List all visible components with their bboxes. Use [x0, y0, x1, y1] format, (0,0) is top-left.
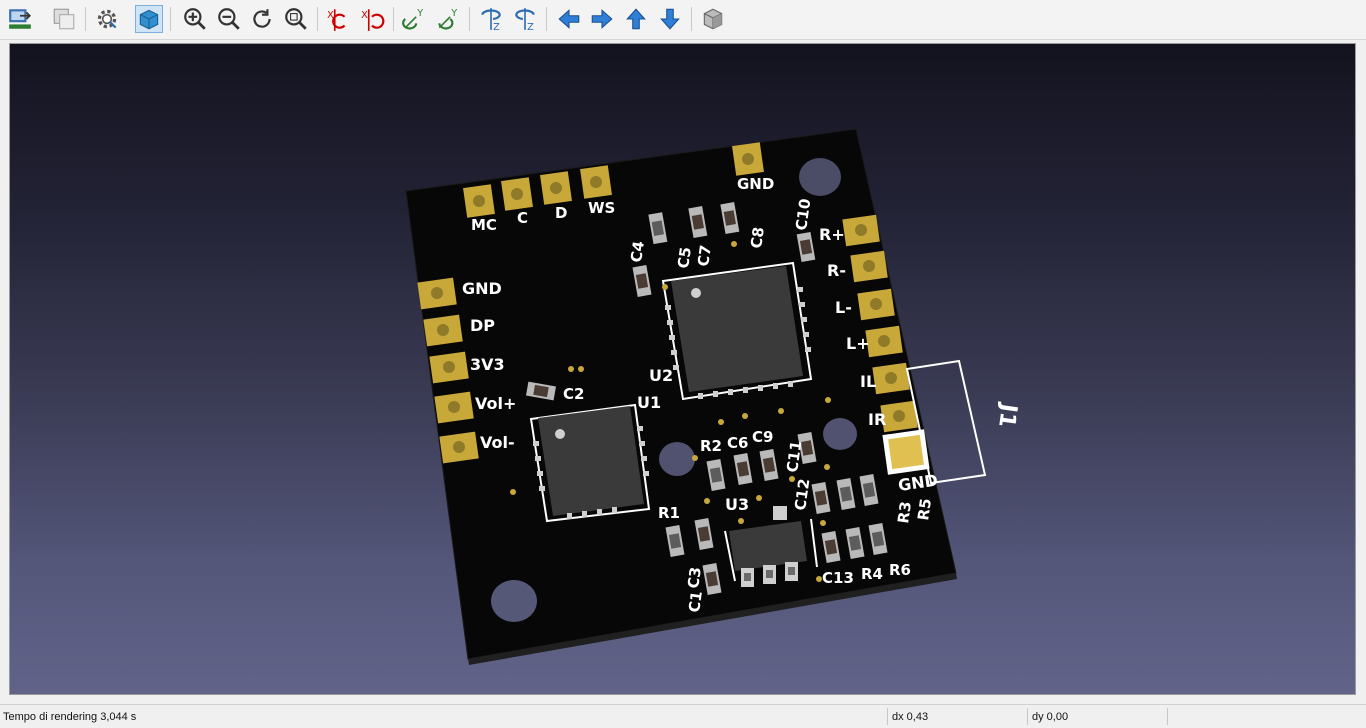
pin-label-il: IL [860, 372, 876, 391]
status-bar: Tempo di rendering 3,044 s dx 0,43 dy 0,… [0, 704, 1366, 728]
redraw-icon[interactable] [248, 5, 276, 33]
pin-label-gnd-left: GND [462, 279, 502, 298]
svg-text:Y: Y [450, 8, 457, 19]
pin-label-lminus: L- [835, 298, 852, 317]
ref-c3: C3 [684, 566, 705, 590]
ic-label-u1: U1 [637, 393, 661, 412]
zoom-out-icon[interactable] [215, 5, 243, 33]
ref-r1: R1 [658, 504, 680, 522]
dy-readout: dy 0,00 [1032, 711, 1069, 723]
pin-label-gnd-top: GND [737, 175, 774, 193]
rotate-y-ccw-icon[interactable]: Y [434, 5, 462, 33]
pin-label-d: D [555, 204, 567, 222]
zoom-in-icon[interactable] [181, 5, 209, 33]
ref-c6: C6 [727, 434, 748, 452]
rotate-z-cw-icon[interactable]: Z [477, 5, 505, 33]
pan-right-icon[interactable] [588, 5, 616, 33]
svg-text:Y: Y [416, 8, 423, 19]
pan-down-icon[interactable] [656, 5, 684, 33]
mounting-hole [491, 580, 537, 622]
toolbar: X X Y Y Z Z [0, 0, 1366, 40]
mounting-hole [823, 418, 857, 450]
pin-label-c: C [517, 209, 528, 227]
ref-c5: C5 [674, 246, 695, 270]
pan-up-icon[interactable] [622, 5, 650, 33]
zoom-fit-icon[interactable] [282, 5, 310, 33]
ref-c4: C4 [627, 240, 648, 264]
pin-label-volplus: Vol+ [475, 394, 516, 413]
pin-label-ws: WS [588, 199, 615, 217]
settings-gear-icon[interactable] [93, 5, 121, 33]
svg-text:Z: Z [527, 22, 534, 32]
pcb-render: MC C D WS GND GND DP 3V3 Vol+ Vol- R+ R-… [405, 128, 1021, 665]
pin-label-rplus: R+ [819, 225, 845, 244]
ref-c2: C2 [563, 385, 584, 403]
mounting-hole [799, 158, 841, 196]
ref-r3: R3 [894, 500, 915, 524]
3d-viewport[interactable]: MC C D WS GND GND DP 3V3 Vol+ Vol- R+ R-… [9, 43, 1356, 695]
ic-label-u3: U3 [725, 495, 749, 514]
pin-label-volminus: Vol- [480, 433, 515, 452]
pin-label-ir: IR [868, 410, 886, 429]
svg-text:Z: Z [493, 22, 500, 32]
pin-label-3v3: 3V3 [470, 355, 505, 374]
rotate-y-cw-icon[interactable]: Y [400, 5, 428, 33]
connector-ref-j1: J1 [993, 400, 1021, 429]
ref-c1: C1 [685, 590, 706, 614]
svg-text:X: X [361, 10, 368, 21]
ref-c8: C8 [747, 226, 768, 250]
ref-c9: C9 [752, 428, 773, 446]
ref-r5: R5 [914, 497, 935, 521]
pan-left-icon[interactable] [555, 5, 583, 33]
pin-label-mc: MC [471, 216, 497, 234]
pin-label-dp: DP [470, 316, 495, 335]
orthographic-cube-icon[interactable] [699, 5, 727, 33]
dx-readout: dx 0,43 [892, 711, 929, 723]
board-3d-icon[interactable] [135, 5, 163, 33]
render-time-text: Tempo di rendering 3,044 s [3, 711, 137, 723]
mounting-hole [659, 442, 695, 476]
ref-r4: R4 [861, 565, 883, 583]
pin-label-lplus: L+ [846, 334, 870, 353]
rotate-x-ccw-icon[interactable]: X [358, 5, 386, 33]
ic-label-u2: U2 [649, 366, 673, 385]
copy-view-icon[interactable] [50, 5, 78, 33]
rotate-z-ccw-icon[interactable]: Z [511, 5, 539, 33]
ref-c7: C7 [694, 244, 715, 268]
ref-c13: C13 [822, 569, 854, 587]
load-model-icon[interactable] [6, 5, 34, 33]
ref-r6: R6 [889, 561, 911, 579]
ref-r2: R2 [700, 437, 722, 455]
pin-label-rminus: R- [827, 261, 846, 280]
rotate-x-cw-icon[interactable]: X [324, 5, 352, 33]
